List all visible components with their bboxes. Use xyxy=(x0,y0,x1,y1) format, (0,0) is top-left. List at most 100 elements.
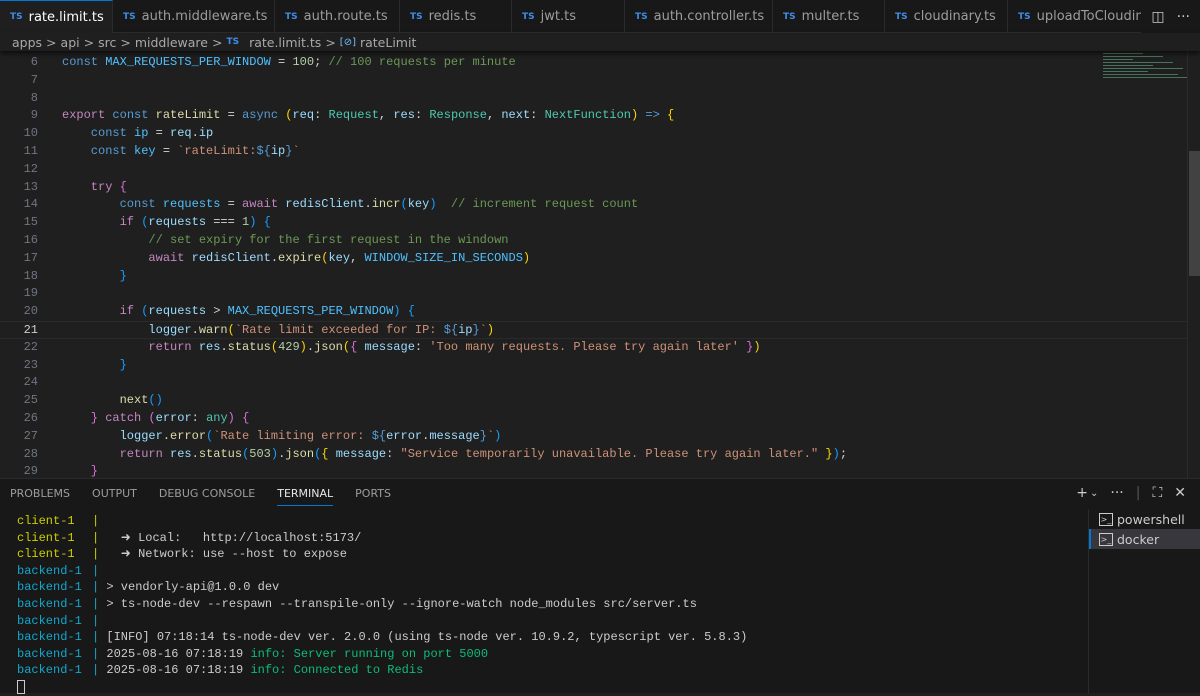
code-line[interactable]: 16 // set expiry for the first request i… xyxy=(0,232,1187,250)
breadcrumb-item[interactable]: apps xyxy=(12,35,42,50)
breadcrumb-item[interactable]: rateLimit xyxy=(360,35,416,50)
panel-tab-problems[interactable]: PROBLEMS xyxy=(10,487,70,506)
panel-tab-debug-console[interactable]: DEBUG CONSOLE xyxy=(159,487,255,506)
breadcrumb-item[interactable]: src xyxy=(98,35,116,50)
code-content: logger.warn(`Rate limit exceeded for IP:… xyxy=(62,322,494,340)
code-token: ) xyxy=(494,429,501,443)
code-token: ( xyxy=(271,340,278,354)
tab-auth-route-ts[interactable]: TS auth.route.ts xyxy=(275,0,400,33)
code-line[interactable]: 19 xyxy=(0,285,1187,303)
typescript-icon: TS xyxy=(522,12,535,22)
panel-tab-terminal[interactable]: TERMINAL xyxy=(277,487,333,506)
tab-auth-middleware-ts[interactable]: TSauth.middleware.ts xyxy=(113,0,275,33)
tab-jwt-ts[interactable]: TSjwt.ts xyxy=(512,0,625,33)
code-token: } xyxy=(473,323,480,337)
tab-uploadtocloudinar[interactable]: TSuploadToCloudinar xyxy=(1008,0,1148,33)
code-token: ` xyxy=(292,144,299,158)
terminal-powershell[interactable]: >_powershell xyxy=(1089,509,1200,529)
breadcrumb-item[interactable]: middleware xyxy=(135,35,208,50)
tab-multer-ts[interactable]: TSmulter.ts xyxy=(773,0,885,33)
code-token: . xyxy=(220,340,227,354)
line-number: 16 xyxy=(0,232,38,250)
code-token: ) xyxy=(228,411,242,425)
log-text: 2025-08-16 07:18:19 xyxy=(106,663,250,677)
service-name: client-1 xyxy=(17,530,92,547)
code-line[interactable]: 12 xyxy=(0,161,1187,179)
code-line[interactable]: 28 return res.status(503).json({ message… xyxy=(0,446,1187,464)
code-token: NextFunction xyxy=(545,108,631,122)
panel-tab-output[interactable]: OUTPUT xyxy=(92,487,137,506)
code-token: req xyxy=(292,108,314,122)
code-token: 429 xyxy=(278,340,300,354)
breadcrumb-item[interactable]: rate.limit.ts xyxy=(249,35,321,50)
code-line[interactable]: 27 logger.error(`Rate limiting error: ${… xyxy=(0,428,1187,446)
scrollbar-thumb[interactable] xyxy=(1189,151,1200,276)
code-token xyxy=(400,304,407,318)
code-line[interactable]: 21 logger.warn(`Rate limit exceeded for … xyxy=(0,321,1187,339)
line-number: 28 xyxy=(0,446,38,464)
code-line[interactable]: 23 } xyxy=(0,357,1187,375)
service-name: client-1 xyxy=(17,513,92,530)
typescript-icon: TS xyxy=(635,12,648,22)
panel-tab-ports[interactable]: PORTS xyxy=(355,487,391,506)
new-terminal-icon[interactable]: + xyxy=(1076,485,1088,501)
terminal-icon: >_ xyxy=(1099,533,1113,546)
code-line[interactable]: 7 xyxy=(0,72,1187,90)
code-token: ) xyxy=(753,340,760,354)
terminal-output[interactable]: client-1| client-1| ➜ Local: http://loca… xyxy=(17,513,747,696)
code-editor[interactable]: 5const WINDOW_SIZE_IN_SECONDS = 60; // 1… xyxy=(0,51,1200,478)
code-line[interactable]: 22 return res.status(429).json({ message… xyxy=(0,339,1187,357)
code-line[interactable]: 15 if (requests === 1) { xyxy=(0,214,1187,232)
log-text: > vendorly-api@1.0.0 dev xyxy=(106,580,279,594)
close-panel-icon[interactable]: ✕ xyxy=(1174,485,1186,501)
editor-tab-bar: TSrate.limit.ts✕TSauth.middleware.tsTSau… xyxy=(0,0,1200,33)
tab-cloudinary-ts[interactable]: TScloudinary.ts xyxy=(885,0,1008,33)
code-line[interactable]: 11 const key = `rateLimit:${ip}` xyxy=(0,143,1187,161)
code-line[interactable]: 25 next() xyxy=(0,392,1187,410)
code-token: () xyxy=(148,393,162,407)
code-token: ( xyxy=(148,411,155,425)
split-editor-icon[interactable]: ◫ xyxy=(1151,9,1164,25)
code-line[interactable]: 20 if (requests > MAX_REQUESTS_PER_WINDO… xyxy=(0,303,1187,321)
terminal-docker[interactable]: >_ docker xyxy=(1089,529,1200,549)
code-line[interactable]: 6const MAX_REQUESTS_PER_WINDOW = 100; //… xyxy=(0,54,1187,72)
code-token: => xyxy=(638,108,667,122)
more-actions-icon[interactable]: ··· xyxy=(1177,9,1190,25)
code-content: } xyxy=(62,463,98,478)
code-line[interactable]: 17 await redisClient.expire(key, WINDOW_… xyxy=(0,250,1187,268)
more-icon[interactable]: ··· xyxy=(1110,485,1123,501)
code-token: ip xyxy=(458,323,472,337)
code-line[interactable]: 18 } xyxy=(0,268,1187,286)
chevron-down-icon[interactable]: ⌄ xyxy=(1090,488,1098,499)
code-token: ( xyxy=(401,197,408,211)
terminal-label: docker xyxy=(1117,532,1159,547)
code-content: try { xyxy=(62,179,127,197)
code-line[interactable]: 26 } catch (error: any) { xyxy=(0,410,1187,428)
typescript-icon: TS xyxy=(285,12,298,22)
code-line[interactable]: 29 } xyxy=(0,463,1187,478)
code-line[interactable]: 10 const ip = req.ip xyxy=(0,125,1187,143)
tab-redis-ts[interactable]: TSredis.ts xyxy=(400,0,512,33)
code-token: , xyxy=(350,251,364,265)
code-line[interactable]: 9export const rateLimit = async (req: Re… xyxy=(0,107,1187,125)
service-name: backend-1 xyxy=(17,629,92,646)
code-line[interactable]: 8 xyxy=(0,90,1187,108)
code-content: const key = `rateLimit:${ip}` xyxy=(62,143,300,161)
line-number: 12 xyxy=(0,161,38,179)
service-name: backend-1 xyxy=(17,662,92,679)
code-line[interactable]: 24 xyxy=(0,374,1187,392)
maximize-panel-icon[interactable]: ⛶ xyxy=(1152,485,1162,501)
editor-actions: ◫ ··· xyxy=(1141,0,1200,33)
code-token: ${ xyxy=(444,323,458,337)
code-token: const xyxy=(62,126,134,140)
tab-label: auth.route.ts xyxy=(304,9,388,24)
code-token: res xyxy=(393,108,415,122)
code-line[interactable]: 13 try { xyxy=(0,179,1187,197)
code-content: await redisClient.expire(key, WINDOW_SIZ… xyxy=(62,250,530,268)
editor-scrollbar[interactable] xyxy=(1187,51,1200,478)
tab-auth-controller-ts[interactable]: TSauth.controller.ts xyxy=(625,0,773,33)
code-line[interactable]: 14 const requests = await redisClient.in… xyxy=(0,196,1187,214)
code-token: 100 xyxy=(292,55,314,69)
breadcrumb-item[interactable]: api xyxy=(61,35,80,50)
tab-rate-limit-ts[interactable]: TSrate.limit.ts✕ xyxy=(0,0,113,33)
